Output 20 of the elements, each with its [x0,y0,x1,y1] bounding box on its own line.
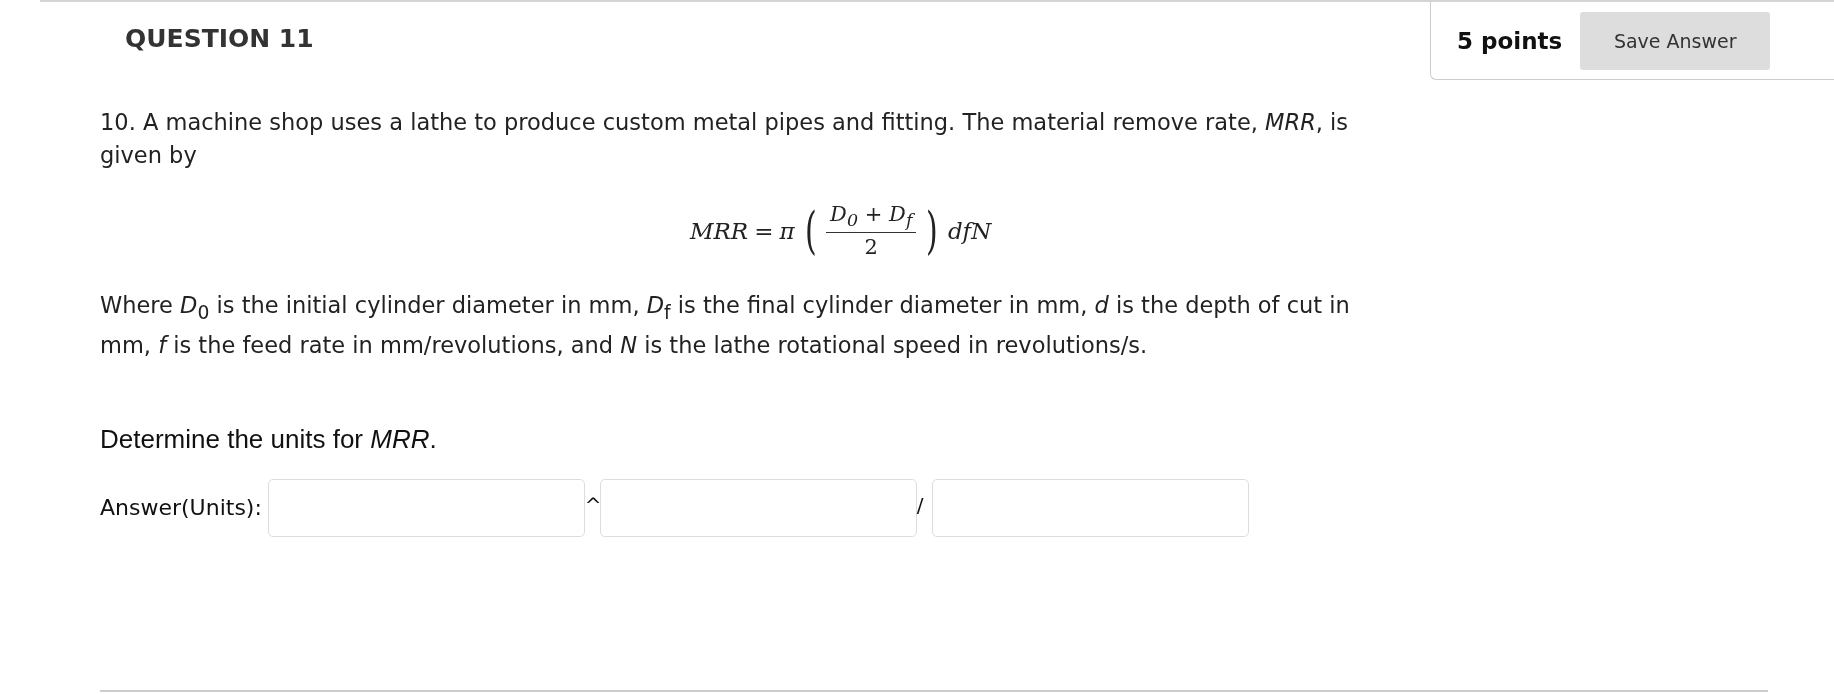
formula-variables: dfN [947,217,992,244]
question-text: 10. A machine shop uses a lathe to produce custom metal pipes and fitting. The material remove rate, MRR, is given by [100,108,1350,170]
prompt-text: Determine the units for MRR. [100,423,438,455]
fraction-numerator: D$_{0}$ + D$_{f}$ [828,202,916,233]
operator-symbol: ^ [584,492,600,517]
close-parenthesis: ) [926,205,938,256]
points-label: 5 points [1457,27,1563,54]
equals-sign: = [754,217,774,244]
answer-label: Answer(Units): [100,495,262,521]
answer-field[interactable] [267,478,585,537]
pi-symbol: π [779,217,795,244]
question-title: QUESTION 11 [125,24,314,53]
operator-symbol: / [916,492,925,517]
open-parenthesis: ( [804,205,817,256]
save-answer-button[interactable]: Save Answer [1580,11,1771,70]
answer-field[interactable] [931,478,1249,537]
fraction-denominator: 2 [864,234,878,260]
answer-field[interactable] [599,478,917,537]
formula-lhs: MRR [690,217,749,244]
definitions-text: Where D$_{0}$ is the initial cylinder diameter in mm, D$_{f}$ is the final cylinder diameter in mm, d is the depth of cut in mm, f is the feed rate in mm/revolutions, and N is the lathe rotational speed in revolutions/s. [100,291,1351,360]
